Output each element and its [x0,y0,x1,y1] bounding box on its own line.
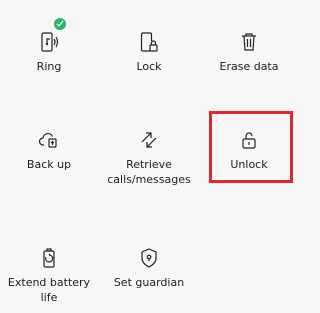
erase-data-option[interactable]: Erase data [202,6,296,96]
shield-icon [138,247,160,269]
battery-icon [38,247,60,269]
erase-data-label: Erase data [219,60,279,73]
ring-label: Ring [36,60,62,73]
lock-option[interactable]: Lock [102,6,196,96]
phone-ringing-icon [38,31,60,53]
phone-lock-icon [138,31,160,53]
retrieve-arrows-icon [138,129,160,151]
set-guardian-label: Set guardian [113,276,185,289]
ring-option[interactable]: Ring [2,6,96,96]
lock-label: Lock [136,60,162,73]
device-options-panel: Ring Lock Erase data Back up Retrieve ca… [0,0,303,313]
extend-battery-life-label: Extend battery life [7,276,91,304]
retrieve-calls-messages-label: Retrieve calls/messages [107,158,191,186]
trash-icon [238,31,260,53]
back-up-label: Back up [26,158,72,171]
unlock-highlight-box [209,111,293,183]
set-guardian-option[interactable]: Set guardian [102,222,196,312]
back-up-option[interactable]: Back up [2,104,96,194]
extend-battery-life-option[interactable]: Extend battery life [2,222,96,312]
cloud-backup-icon [38,129,60,151]
retrieve-calls-messages-option[interactable]: Retrieve calls/messages [102,104,196,194]
check-badge-icon [54,18,66,30]
